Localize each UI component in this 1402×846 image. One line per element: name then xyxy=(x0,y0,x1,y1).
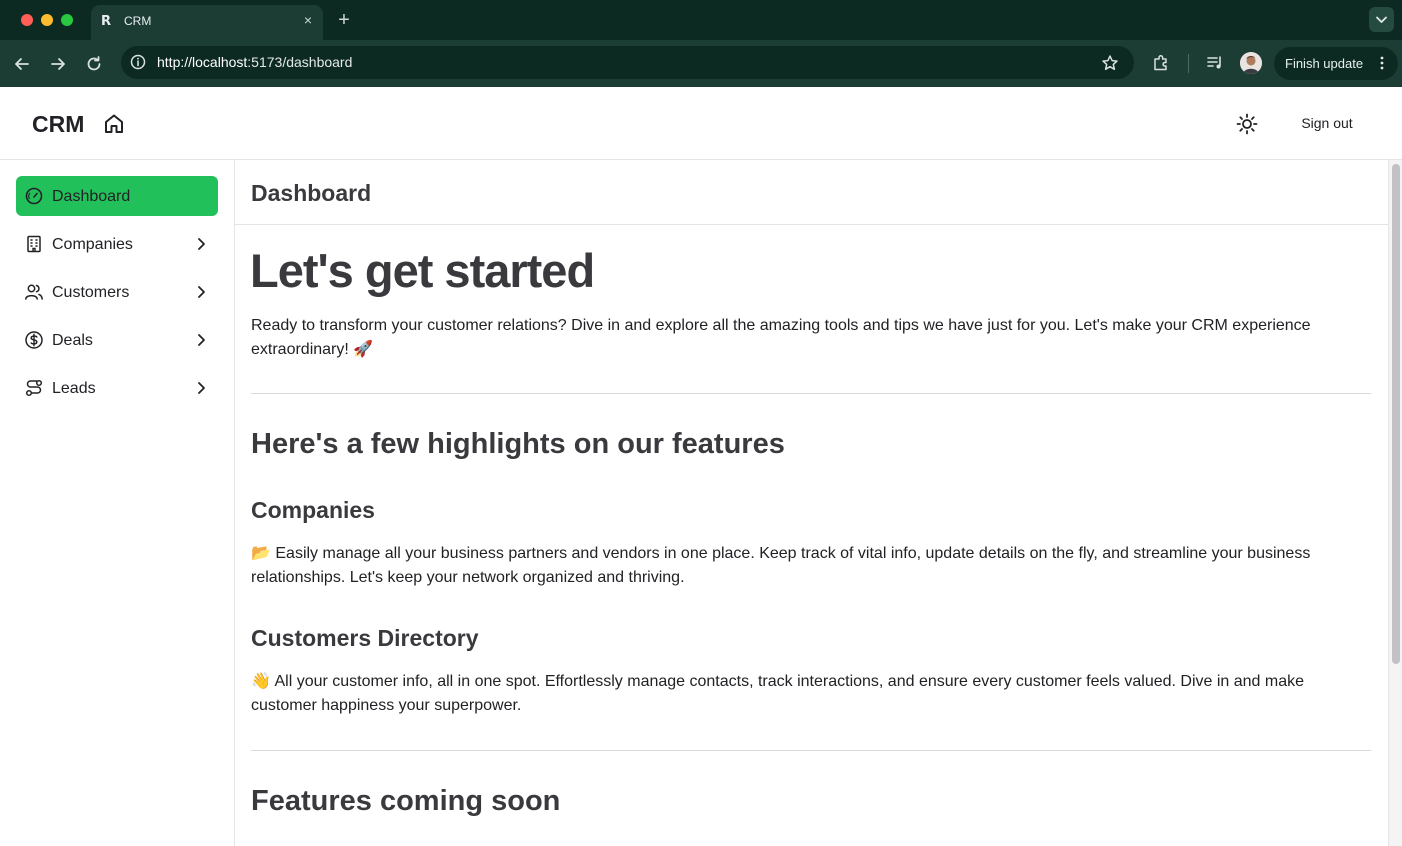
main-scrollbar[interactable] xyxy=(1388,160,1402,846)
chevron-right-icon xyxy=(198,238,205,250)
profile-avatar[interactable] xyxy=(1240,52,1262,74)
scrollbar-thumb[interactable] xyxy=(1392,164,1400,664)
reload-icon[interactable] xyxy=(83,53,105,75)
highlights-heading: Here's a few highlights on our features xyxy=(251,428,785,460)
dollar-circle-icon xyxy=(25,331,43,349)
extensions-puzzle-icon[interactable] xyxy=(1151,53,1171,73)
sidebar-item-label: Customers xyxy=(52,284,130,301)
toolbar-divider xyxy=(1188,54,1189,73)
tab-close-icon[interactable]: × xyxy=(299,11,317,29)
chevron-down-icon xyxy=(1376,16,1387,23)
page-title: Dashboard xyxy=(251,180,372,206)
sidebar-item-label: Leads xyxy=(52,380,96,397)
section-divider xyxy=(251,393,1371,394)
browser-tab-bar: R CRM × + xyxy=(0,0,1402,40)
route-icon xyxy=(25,379,43,397)
more-vertical-icon xyxy=(1380,56,1384,70)
main-content: Dashboard Let's get started Ready to tra… xyxy=(235,160,1388,846)
sidebar-item-label: Companies xyxy=(52,236,133,253)
users-icon xyxy=(25,284,43,300)
intro-paragraph: Ready to transform your customer relatio… xyxy=(251,317,1311,358)
app-brand[interactable]: CRM xyxy=(32,110,84,138)
sidebar-item-deals[interactable]: Deals xyxy=(16,320,218,360)
browser-toolbar: http://localhost:5173/dashboard Finish u… xyxy=(0,40,1402,87)
sidebar: Dashboard Companies Customers Deals Lead… xyxy=(0,160,235,846)
hero-heading: Let's get started xyxy=(250,244,595,297)
url-host: http://localhost xyxy=(157,54,248,70)
title-divider xyxy=(235,224,1388,225)
sidebar-item-companies[interactable]: Companies xyxy=(16,224,218,264)
back-arrow-icon[interactable] xyxy=(11,53,33,75)
forward-arrow-icon[interactable] xyxy=(47,53,69,75)
customers-paragraph: 👋 All your customer info, all in one spo… xyxy=(251,673,1305,714)
browser-tab[interactable]: R CRM × xyxy=(91,5,323,40)
companies-heading: Companies xyxy=(251,497,375,523)
tab-search-button[interactable] xyxy=(1369,7,1394,32)
address-url: http://localhost:5173/dashboard xyxy=(157,54,352,71)
sidebar-item-leads[interactable]: Leads xyxy=(16,368,218,408)
section-divider xyxy=(251,750,1371,751)
window-close-button[interactable] xyxy=(21,14,33,26)
sign-out-button[interactable]: Sign out xyxy=(1286,107,1368,139)
customers-heading: Customers Directory xyxy=(251,625,479,651)
window-minimize-button[interactable] xyxy=(41,14,53,26)
site-info-icon[interactable] xyxy=(129,53,147,71)
coming-soon-heading: Features coming soon xyxy=(251,785,561,817)
url-path: :5173/dashboard xyxy=(247,54,353,70)
sun-icon[interactable] xyxy=(1235,112,1259,136)
chevron-right-icon xyxy=(198,286,205,298)
sidebar-item-label: Dashboard xyxy=(52,188,131,205)
chevron-right-icon xyxy=(198,334,205,346)
tab-title: CRM xyxy=(124,14,152,28)
media-control-icon[interactable] xyxy=(1205,53,1225,73)
companies-paragraph: 📂 Easily manage all your business partne… xyxy=(251,545,1311,586)
app-header: CRM Sign out xyxy=(0,87,1402,160)
address-bar[interactable]: http://localhost:5173/dashboard xyxy=(121,46,1134,79)
home-icon[interactable] xyxy=(102,112,126,136)
sidebar-item-customers[interactable]: Customers xyxy=(16,272,218,312)
finish-update-label: Finish update xyxy=(1285,56,1364,71)
finish-update-button[interactable]: Finish update xyxy=(1274,47,1398,80)
tab-favicon-icon: R xyxy=(101,14,112,29)
avatar-icon xyxy=(1240,52,1262,74)
gauge-icon xyxy=(25,187,43,205)
new-tab-button[interactable]: + xyxy=(334,9,354,31)
bookmark-star-icon[interactable] xyxy=(1100,53,1120,73)
chevron-right-icon xyxy=(198,382,205,394)
building-icon xyxy=(27,235,41,253)
window-maximize-button[interactable] xyxy=(61,14,73,26)
sidebar-item-dashboard[interactable]: Dashboard xyxy=(16,176,218,216)
sidebar-item-label: Deals xyxy=(52,332,93,349)
